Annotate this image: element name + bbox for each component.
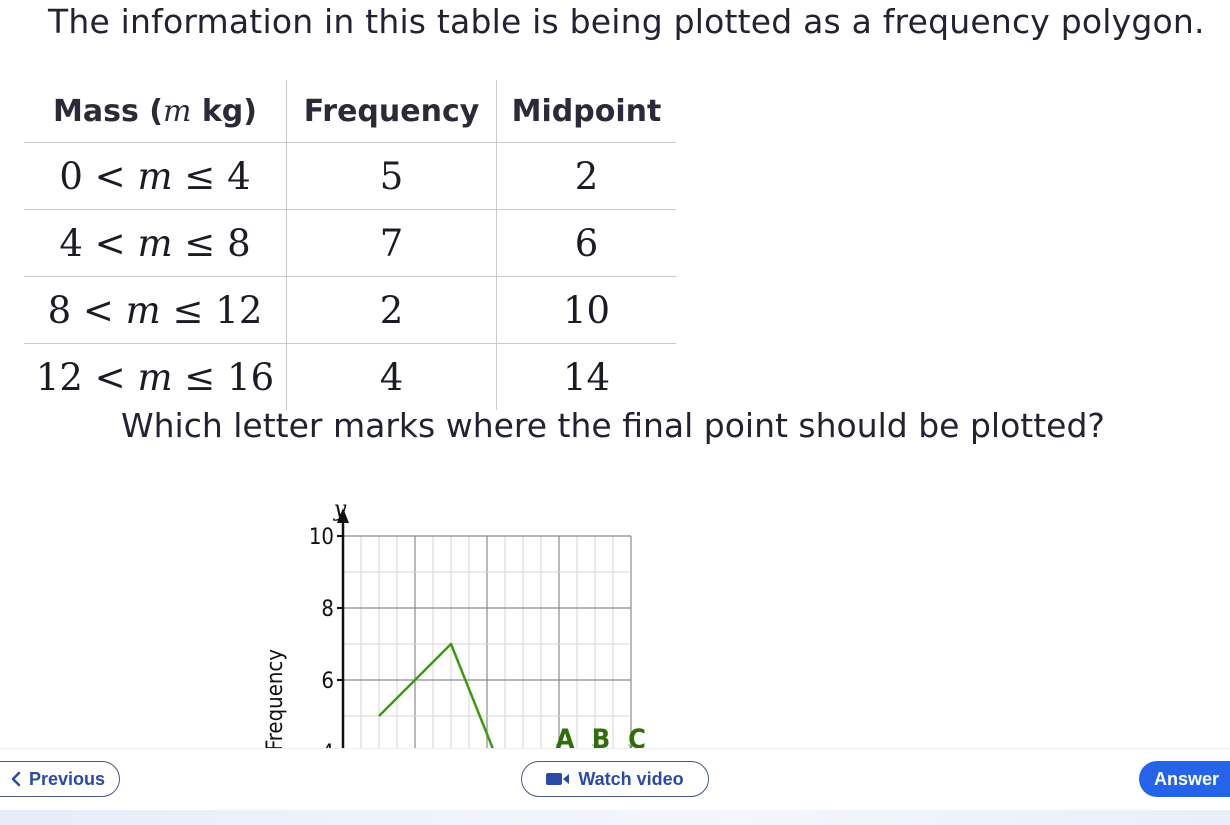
- letter-label-a: A: [556, 724, 575, 748]
- frequency-polygon-graph: y 10 8 6 4 Frequency ×A×B×C: [0, 0, 1230, 748]
- y-axis-label: Frequency: [263, 649, 288, 748]
- letter-label-c: C: [628, 724, 646, 748]
- y-tick-label: 10: [309, 525, 334, 550]
- graph-svg: y 10 8 6 4 Frequency ×A×B×C: [263, 497, 646, 748]
- letter-label-b: B: [592, 724, 611, 748]
- y-tick-label: 6: [321, 669, 334, 694]
- answer-button[interactable]: Answer: [1139, 761, 1230, 797]
- y-ticks: 10 8 6 4: [309, 525, 343, 748]
- video-camera-icon: [546, 772, 570, 786]
- y-tick-label: 4: [321, 741, 334, 748]
- y-tick-label: 8: [321, 597, 334, 622]
- watch-video-label: Watch video: [578, 768, 684, 789]
- previous-button[interactable]: Previous: [0, 761, 120, 797]
- chevron-left-icon: [11, 771, 21, 787]
- answer-label: Answer: [1154, 768, 1220, 789]
- bottom-strip: [0, 810, 1230, 825]
- letter-markers: ×A ×B ×C: [555, 724, 646, 748]
- graph-grid: [343, 535, 632, 748]
- watch-video-button[interactable]: Watch video: [521, 761, 709, 797]
- y-axis-var: y: [333, 497, 347, 522]
- previous-label: Previous: [28, 768, 106, 789]
